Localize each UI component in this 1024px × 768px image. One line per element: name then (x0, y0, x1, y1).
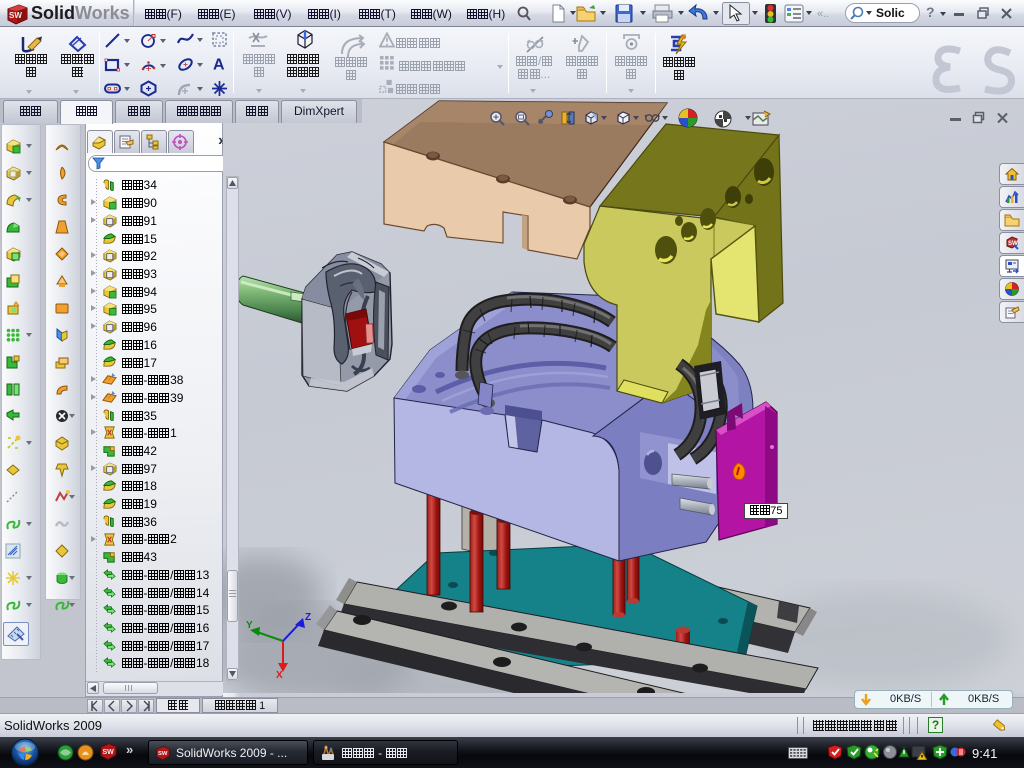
svg-text:SW: SW (158, 751, 168, 757)
svg-text:Y: Y (246, 620, 253, 631)
svg-text:Z: Z (305, 612, 311, 623)
svg-text:SW: SW (9, 11, 22, 20)
svg-text:SW: SW (103, 749, 115, 756)
svg-text:X: X (276, 670, 283, 681)
